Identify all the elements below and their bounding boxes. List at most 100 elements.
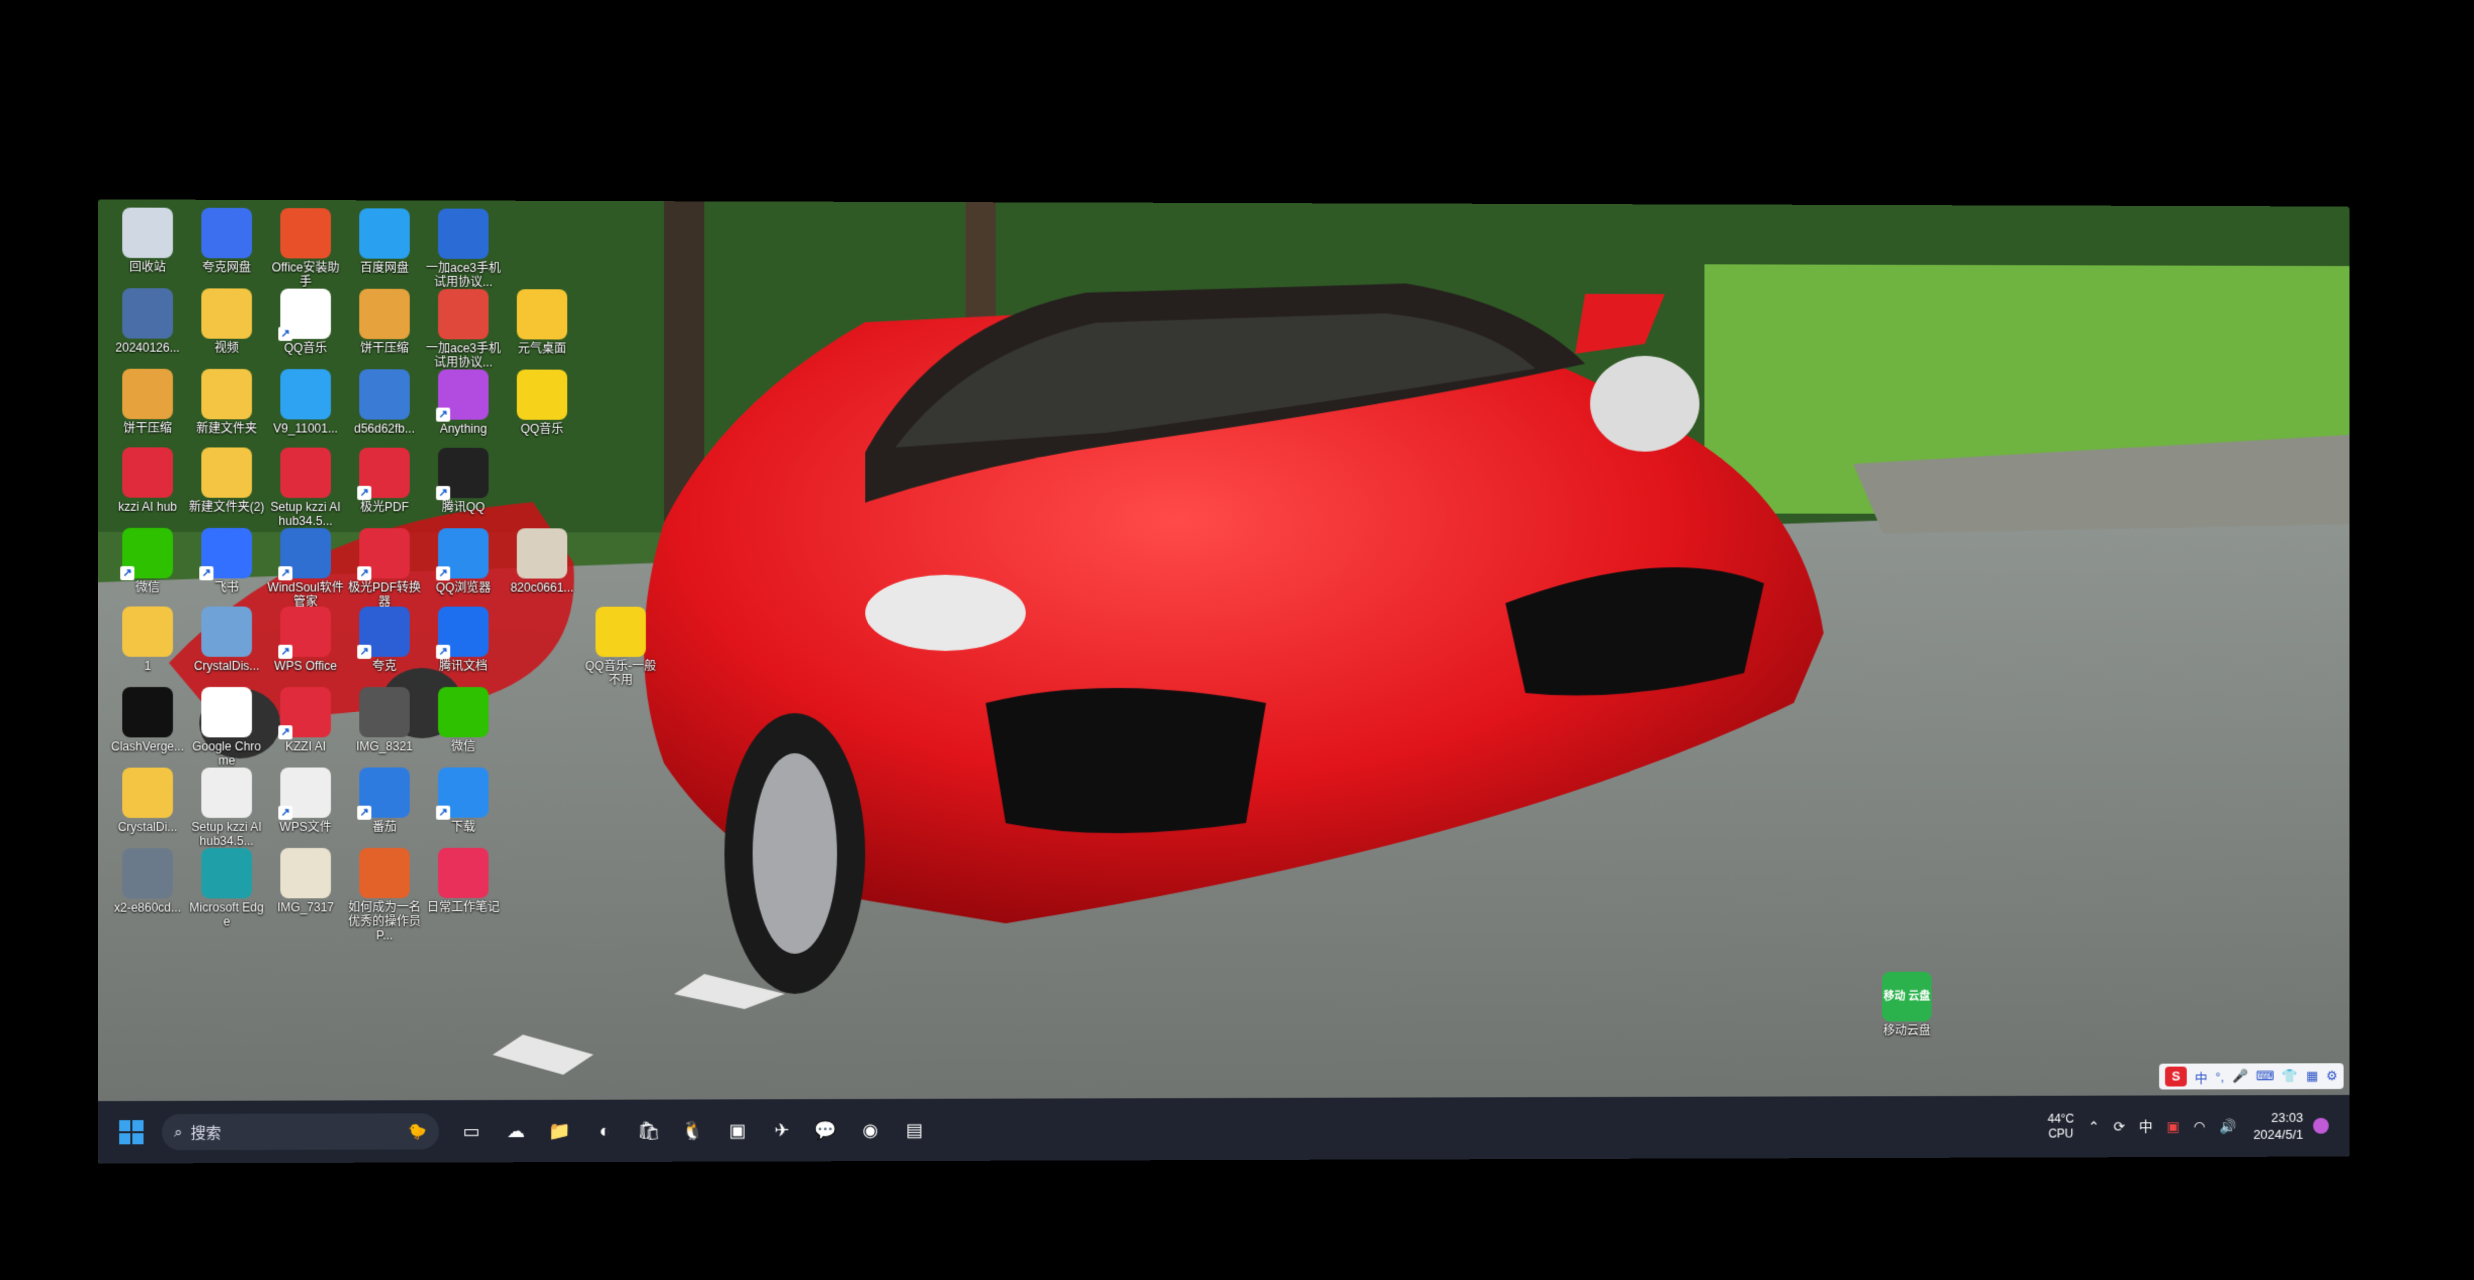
desktop-icon[interactable]: V9_11001... [266,369,345,436]
desktop-icon[interactable]: 新建文件夹 [187,368,266,436]
desktop-icon-label: kzzi AI hub [118,499,178,514]
desktop-icon[interactable]: IMG_7317 [266,847,345,915]
desktop-icon[interactable]: 夸克网盘 [187,207,266,275]
taskbar-app-edge[interactable]: ◐ [585,1112,623,1150]
desktop-icon[interactable]: 回收站 [108,207,187,275]
desktop-icon[interactable]: ↗ 腾讯文档 [424,606,503,673]
desktop-icon-label: WPS文件 [279,819,332,834]
chevron-up-icon[interactable]: ⌃ [2088,1118,2100,1135]
desktop-icon[interactable]: QQ音乐-一般不用 [581,606,660,687]
desktop-icon[interactable]: 百度网盘 [345,208,424,275]
ime-toolbar[interactable]: S 中 °, 🎤 ⌨ 👕 ▦ ⚙ [2159,1063,2344,1090]
desktop-icon[interactable]: ↗ QQ音乐 [266,288,345,356]
clock[interactable]: 23:03 2024/5/1 [2253,1109,2303,1143]
desktop-icon[interactable]: 微信 [424,687,503,753]
taskbar-search-box[interactable]: ⌕ 搜索 🐤 [161,1113,440,1151]
desktop-icon[interactable]: Office安装助手 [266,208,345,289]
desktop-icon[interactable]: 日常工作笔记 [424,847,503,914]
desktop-icon[interactable]: 一加ace3手机试用协议... [424,208,503,290]
desktop-icon[interactable]: ↗ 腾讯QQ [424,447,503,514]
sync-icon[interactable]: ⟳ [2113,1118,2125,1135]
desktop-icon-label: 夸克网盘 [202,260,251,275]
taskbar-app-task-view[interactable]: ▭ [452,1112,490,1150]
toolbox-icon[interactable]: ▦ [2306,1068,2318,1084]
desktop-icon-label: 极光PDF转换器 [348,580,421,609]
desktop-icon[interactable]: ↗ WPS文件 [266,767,345,834]
taskbar-app-file-explorer[interactable]: 📁 [541,1112,579,1150]
taskbar-app-app-green[interactable]: ▣ [718,1111,756,1149]
microphone-icon[interactable]: 🎤 [2232,1068,2248,1084]
desktop-icon-label: 1 [144,658,151,673]
desktop-icon[interactable]: ↗ 下载 [424,767,503,834]
desktop-icon[interactable]: ↗ 夸克 [345,606,424,673]
desktop-icon-label: V9_11001... [273,421,338,436]
desktop-icon[interactable]: 20240126... [108,288,187,355]
desktop-icon[interactable]: 1 [108,606,187,673]
skin-icon[interactable]: 👕 [2282,1068,2298,1084]
qq-browser-icon: ↗ [436,528,489,581]
taskbar-app-widgets[interactable]: ☁ [497,1112,535,1150]
desktop-icon[interactable]: ↗ 飞书 [187,527,266,595]
taskbar-app-feishu[interactable]: ✈ [763,1111,801,1149]
desktop-icon[interactable]: QQ音乐 [503,369,582,436]
desktop-icon[interactable]: ↗ QQ浏览器 [424,528,503,595]
desktop-icon[interactable]: ↗ 极光PDF转换器 [345,528,424,609]
shortcut-arrow-icon: ↗ [436,407,451,422]
desktop-icon[interactable]: kzzi AI hub [108,447,187,514]
desktop-icon-mobile-cloud[interactable]: 移动 云盘 移动云盘 [1868,971,1945,1038]
desktop-icon[interactable]: IMG_8321 [345,687,424,753]
taskbar-app-chrome[interactable]: ◉ [851,1111,889,1149]
chrome-icon [201,687,252,738]
word-doc-icon [438,208,489,259]
desktop-icon[interactable]: x2-e860cd... [108,848,187,915]
keyboard-icon[interactable]: ⌨ [2256,1068,2275,1084]
app-tray-icon[interactable]: ▣ [2167,1118,2180,1135]
taskbar-app-qq[interactable]: 🐧 [674,1111,712,1149]
desktop-icon[interactable]: ↗ 微信 [108,527,187,595]
settings-icon[interactable]: ⚙ [2326,1068,2337,1084]
desktop-icon[interactable]: ↗ WPS Office [266,606,345,673]
desktop-icon[interactable]: CrystalDi... [108,767,187,835]
desktop-icon[interactable]: Google Chrome [187,687,266,768]
desktop-icon[interactable]: 一加ace3手机试用协议... [424,288,503,370]
pdf-reader-icon: ↗ [357,447,410,500]
desktop-icon[interactable]: Microsoft Edge [187,848,266,929]
image-file-icon [122,848,173,899]
desktop-icon[interactable]: 视频 [187,288,266,355]
qq-browser-icon: ↗ [436,767,489,820]
desktop-icon[interactable]: 820c0661... [503,528,582,595]
desktop-icon[interactable]: ↗ KZZI AI [266,687,345,753]
notification-icon[interactable] [2313,1117,2329,1134]
desktop-icon-label: 飞书 [214,580,239,595]
desktop-icon[interactable]: ↗ 极光PDF [345,447,424,514]
desktop-icon[interactable]: 元气桌面 [503,289,582,356]
cpu-temperature[interactable]: 44°C CPU [2048,1112,2075,1142]
desktop-icon[interactable]: ↗ Anything [424,369,503,436]
taskbar-app-notepad[interactable]: ▤ [895,1111,933,1149]
desktop-icon[interactable]: Setup kzzi AI hub34.5... [187,767,266,849]
image-file-icon [359,687,410,738]
desktop-icon[interactable]: ↗ 番茄 [345,767,424,834]
wifi-icon[interactable]: ◠ [2193,1118,2205,1135]
punctuation-icon[interactable]: °, [2216,1069,2225,1084]
desktop-icon[interactable]: d56d62fb... [345,369,424,436]
sogou-logo-icon[interactable]: S [2165,1066,2187,1087]
file-explorer-icon: 📁 [548,1120,572,1141]
desktop-icon[interactable]: 饼干压缩 [108,368,187,436]
desktop-icon[interactable]: CrystalDis... [187,606,266,673]
desktop-icon[interactable]: ClashVerge... [108,687,187,754]
desktop-icon[interactable]: Setup kzzi AI hub34.5... [266,447,345,529]
start-button[interactable] [112,1113,151,1151]
volume-icon[interactable]: 🔊 [2219,1118,2236,1135]
shortcut-arrow-icon: ↗ [436,566,451,581]
desktop-icon[interactable]: 新建文件夹(2) [187,447,266,514]
desktop-icon[interactable]: 饼干压缩 [345,288,424,356]
search-icon: ⌕ [173,1123,183,1141]
desktop-icon[interactable]: ↗ WindSoul软件管家 [266,528,345,609]
taskbar-app-wechat[interactable]: 💬 [807,1111,845,1149]
input-language[interactable]: 中 [2139,1116,2153,1136]
ime-language-toggle[interactable]: 中 [2195,1067,2208,1086]
desktop-icon[interactable]: 如何成为一名优秀的操作员P... [345,847,424,943]
desktop-icon-label: 20240126... [115,340,180,355]
taskbar-app-store[interactable]: 🛍 [630,1112,668,1150]
